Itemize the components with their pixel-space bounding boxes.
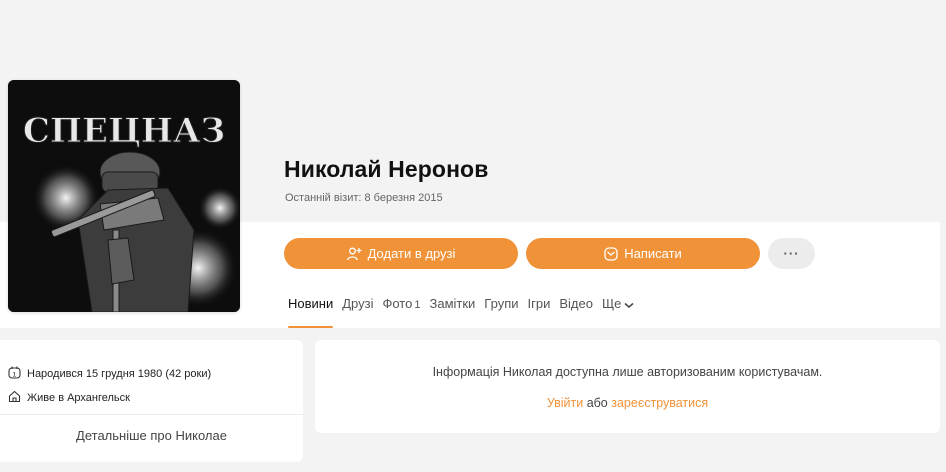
- tab-photos[interactable]: Фото 1: [382, 296, 420, 328]
- profile-name: Николай Неронов: [284, 156, 489, 182]
- avatar-title-text: СПЕЦНАЗ: [23, 111, 225, 151]
- tab-more-label: Ще: [601, 296, 622, 311]
- add-friend-label: Додати в друзі: [367, 246, 456, 261]
- tab-games-label: Ігри: [527, 296, 551, 311]
- restricted-info-text: Інформація Николая доступна лише авториз…: [432, 365, 823, 379]
- calendar-icon: 1: [8, 366, 21, 382]
- tab-groups-label: Групи: [484, 296, 519, 311]
- auth-links: Увійти або зареєструватися: [315, 396, 940, 410]
- about-divider: [0, 414, 303, 415]
- tab-photos-label: Фото: [382, 296, 413, 311]
- chevron-down-icon: [624, 297, 634, 312]
- login-link[interactable]: Увійти: [547, 396, 583, 410]
- birthday-info: 1 Народився 15 грудня 1980 (42 роки): [8, 366, 211, 382]
- write-label: Написати: [624, 246, 682, 261]
- tab-notes-label: Замітки: [429, 296, 476, 311]
- house-icon: [8, 390, 21, 406]
- tab-notes[interactable]: Замітки: [429, 296, 475, 328]
- tab-friends-label: Друзі: [342, 296, 374, 311]
- envelope-icon: [604, 246, 618, 261]
- tab-photos-count: 1: [414, 299, 421, 311]
- add-user-icon: [346, 247, 362, 261]
- tab-news[interactable]: Новини: [288, 296, 334, 328]
- tab-news-label: Новини: [288, 296, 334, 311]
- more-dots-icon: ···: [783, 246, 800, 261]
- more-actions-button[interactable]: ···: [768, 238, 815, 269]
- location-text: Живе в Архангельск: [27, 392, 130, 404]
- last-visit-text: Останній візит: 8 березня 2015: [285, 192, 443, 204]
- details-link[interactable]: Детальніше про Николае: [0, 428, 303, 443]
- profile-avatar[interactable]: СПЕЦНАЗ: [8, 80, 240, 312]
- tab-video-label: Відео: [559, 296, 593, 311]
- location-info: Живе в Архангельск: [8, 390, 130, 406]
- restricted-info-card: [315, 340, 940, 433]
- write-message-button[interactable]: Написати: [526, 238, 760, 269]
- birthday-text: Народився 15 грудня 1980 (42 роки): [27, 368, 212, 380]
- svg-text:1: 1: [12, 370, 16, 378]
- tab-games[interactable]: Ігри: [528, 296, 551, 328]
- tab-video[interactable]: Відео: [559, 296, 593, 328]
- tab-more[interactable]: Ще: [602, 296, 634, 328]
- tab-groups[interactable]: Групи: [484, 296, 518, 328]
- profile-tabs: Новини Друзі Фото 1 Замітки Групи Ігри Ві…: [288, 296, 643, 328]
- register-link[interactable]: зареєструватися: [611, 396, 708, 410]
- add-friend-button[interactable]: Додати в друзі: [284, 238, 518, 269]
- avatar-image: СПЕЦНАЗ: [8, 80, 240, 312]
- tab-friends[interactable]: Друзі: [342, 296, 373, 328]
- or-text: або: [586, 396, 608, 410]
